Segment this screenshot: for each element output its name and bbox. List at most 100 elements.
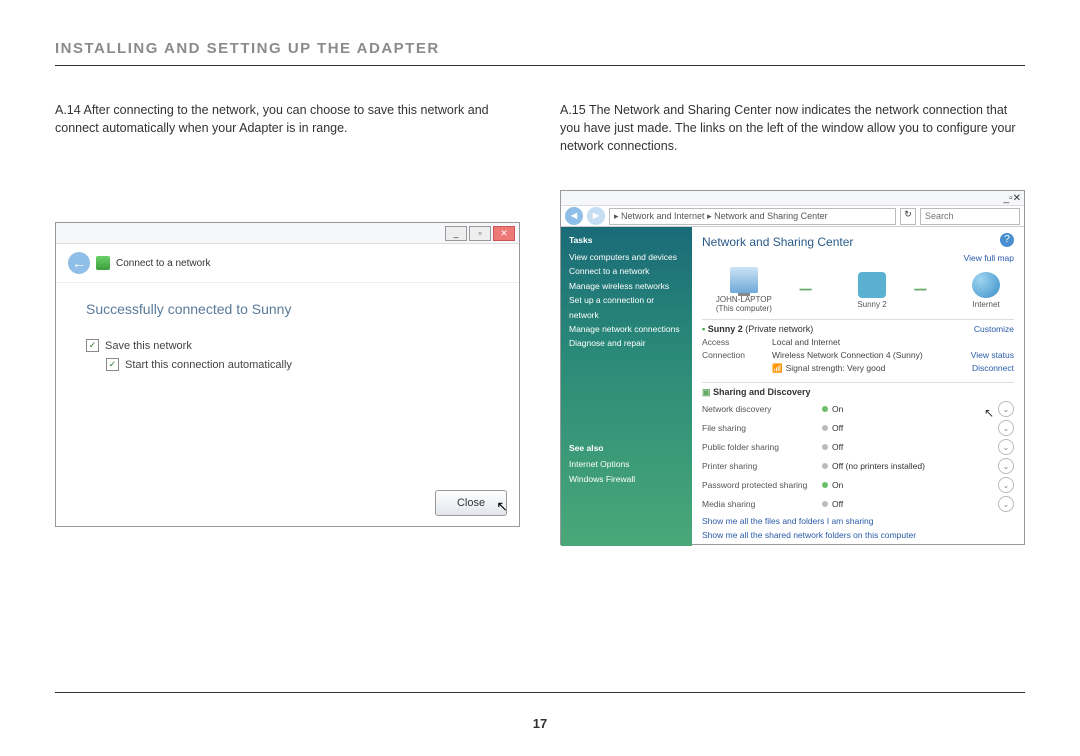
expand-icon[interactable]: ⌄: [998, 420, 1014, 436]
status-dot-icon: [822, 444, 828, 450]
expand-icon[interactable]: ⌄: [998, 477, 1014, 493]
sd-row: Media sharing Off ⌄: [702, 496, 1014, 512]
cursor-icon: ↖: [984, 406, 994, 420]
close-button-label: Close: [457, 497, 485, 509]
sd-label: Password protected sharing: [702, 480, 822, 490]
sidebar-item-setup[interactable]: Set up a connection or network: [569, 293, 684, 322]
sharing-discovery-header: ▣ Sharing and Discovery: [702, 382, 1014, 398]
right-column: A.15 The Network and Sharing Center now …: [560, 101, 1025, 545]
map-network: Sunny 2: [857, 272, 886, 309]
save-network-label: Save this network: [105, 340, 192, 352]
panel-title: Network and Sharing Center: [702, 235, 1014, 249]
auto-connect-row[interactable]: ✓ Start this connection automatically: [106, 358, 489, 371]
minimize-icon[interactable]: _: [445, 226, 467, 241]
map-inet-label: Internet: [972, 300, 1000, 309]
map-pc-sub: (This computer): [716, 304, 772, 313]
checkbox-icon[interactable]: ✓: [86, 339, 99, 352]
expand-icon[interactable]: ⌄: [998, 458, 1014, 474]
columns: A.14 After connecting to the network, yo…: [55, 101, 1025, 545]
signal-text: Signal strength: Very good: [786, 363, 886, 373]
map-pc-label: JOHN-LAPTOP: [716, 295, 772, 304]
map-pc: JOHN-LAPTOP (This computer): [716, 267, 772, 313]
sd-value: Off: [832, 442, 843, 452]
sidebar-item-manage-conn[interactable]: Manage network connections: [569, 322, 684, 336]
status-dot-icon: [822, 406, 828, 412]
sd-row: Password protected sharing On ⌄: [702, 477, 1014, 493]
sidebar-item-firewall[interactable]: Windows Firewall: [569, 472, 684, 486]
close-icon[interactable]: ✕: [493, 226, 515, 241]
customize-link[interactable]: Customize: [974, 324, 1014, 334]
link-line: ━━: [800, 285, 830, 296]
sd-value: Off (no printers installed): [832, 461, 925, 471]
sidebar-item-connect[interactable]: Connect to a network: [569, 264, 684, 278]
status-dot-icon: [822, 501, 828, 507]
auto-connect-label: Start this connection automatically: [125, 359, 292, 371]
sidebar-item-diagnose[interactable]: Diagnose and repair: [569, 336, 684, 350]
address-bar: ◄ ► ▸ Network and Internet ▸ Network and…: [561, 206, 1024, 227]
save-network-row[interactable]: ✓ Save this network: [86, 339, 489, 352]
nav-fwd-icon[interactable]: ►: [587, 207, 605, 225]
back-icon[interactable]: ←: [68, 252, 90, 274]
nav-back-icon[interactable]: ◄: [565, 207, 583, 225]
screenshot-connect: _ ▫ ✕ ← Connect to a network Successfull…: [55, 222, 520, 527]
close-button[interactable]: Close ↖: [435, 490, 507, 516]
network-name: Sunny 2: [708, 324, 743, 334]
conn-value: Wireless Network Connection 4 (Sunny): [772, 350, 971, 360]
sd-row: Public folder sharing Off ⌄: [702, 439, 1014, 455]
maximize-icon[interactable]: ▫: [469, 226, 491, 241]
status-dot-icon: [822, 482, 828, 488]
sd-label: Media sharing: [702, 499, 822, 509]
section-title: INSTALLING AND SETTING UP THE ADAPTER: [55, 40, 1025, 57]
view-status-link[interactable]: View status: [971, 350, 1014, 360]
expand-icon[interactable]: ⌄: [998, 496, 1014, 512]
page-number: 17: [0, 716, 1080, 731]
left-column: A.14 After connecting to the network, yo…: [55, 101, 520, 545]
divider-bottom: [55, 692, 1025, 693]
sd-label: Public folder sharing: [702, 442, 822, 452]
access-value: Local and Internet: [772, 337, 1014, 347]
sd-row: Network discovery On ⌄: [702, 401, 1014, 417]
divider-top: [55, 65, 1025, 66]
sidebar-seealso-header: See also: [569, 441, 684, 455]
computer-icon: [730, 267, 758, 293]
checkbox-icon[interactable]: ✓: [106, 358, 119, 371]
window-controls: _ ▫ ✕: [561, 191, 1024, 206]
view-full-map-link[interactable]: View full map: [702, 253, 1014, 263]
map-net-label: Sunny 2: [857, 300, 886, 309]
sidebar-item-manage-wireless[interactable]: Manage wireless networks: [569, 279, 684, 293]
close-icon[interactable]: ✕: [1013, 193, 1021, 204]
network-info: ▪ Sunny 2 (Private network) Customize Ac…: [702, 319, 1014, 374]
success-message: Successfully connected to Sunny: [86, 301, 489, 317]
show-folders-link[interactable]: Show me all the shared network folders o…: [702, 530, 1014, 540]
step-a15: A.15 The Network and Sharing Center now …: [560, 101, 1025, 155]
expand-icon[interactable]: ⌄: [998, 401, 1014, 417]
refresh-icon[interactable]: ↻: [900, 208, 916, 225]
network-icon: [96, 256, 110, 270]
network-type: (Private network): [745, 324, 813, 334]
expand-icon[interactable]: ⌄: [998, 439, 1014, 455]
router-icon: [858, 272, 886, 298]
globe-icon: [972, 272, 1000, 298]
content-panel: ? Network and Sharing Center View full m…: [692, 227, 1024, 546]
screenshot-sharing-center: _ ▫ ✕ ◄ ► ▸ Network and Internet ▸ Netwo…: [560, 190, 1025, 545]
sd-value: Off: [832, 499, 843, 509]
sd-row: File sharingOff⌄: [702, 420, 1014, 436]
sidebar-item-view-devices[interactable]: View computers and devices: [569, 250, 684, 264]
sd-label: Network discovery: [702, 404, 822, 414]
status-dot-icon: [822, 425, 828, 431]
show-files-link[interactable]: Show me all the files and folders I am s…: [702, 516, 1014, 526]
sd-label: File sharing: [702, 423, 822, 433]
sidebar-item-inet-options[interactable]: Internet Options: [569, 457, 684, 471]
link-line: ━━: [914, 285, 944, 296]
status-dot-icon: [822, 463, 828, 469]
network-map: JOHN-LAPTOP (This computer) ━━ Sunny 2 ━…: [702, 267, 1014, 313]
sd-value: On: [832, 480, 843, 490]
sidebar: Tasks View computers and devices Connect…: [561, 227, 692, 546]
sd-value: On: [832, 404, 843, 414]
window-controls: _ ▫ ✕: [56, 223, 519, 244]
breadcrumb[interactable]: ▸ Network and Internet ▸ Network and Sha…: [609, 208, 896, 225]
dialog-header: ← Connect to a network: [56, 244, 519, 283]
search-input[interactable]: [920, 208, 1020, 225]
sd-label: Printer sharing: [702, 461, 822, 471]
disconnect-link[interactable]: Disconnect: [972, 363, 1014, 374]
